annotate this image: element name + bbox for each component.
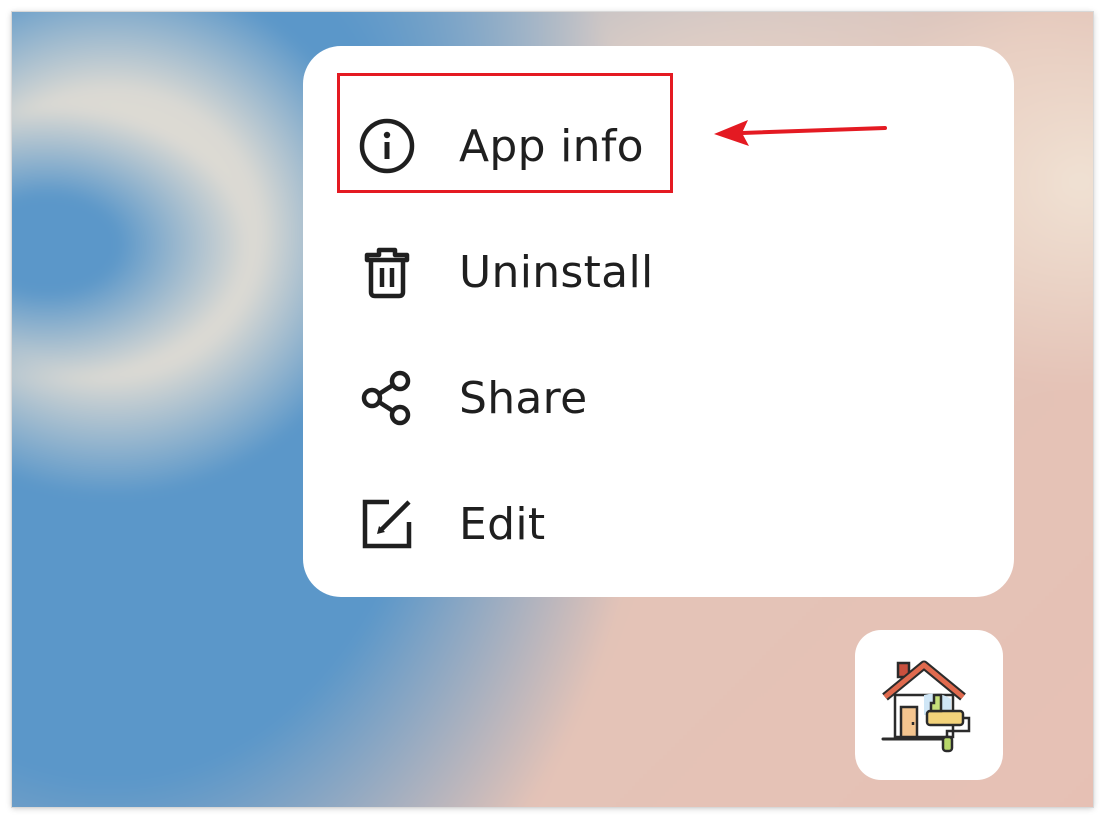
menu-item-uninstall[interactable]: Uninstall [303, 209, 1014, 335]
share-icon [355, 366, 419, 430]
menu-item-label: Uninstall [459, 246, 654, 298]
screenshot-frame: App info Uninstall Share Edit [12, 12, 1093, 807]
annotation-highlight-box [337, 73, 673, 193]
menu-item-edit[interactable]: Edit [303, 461, 1014, 587]
house-painting-icon [881, 660, 971, 753]
menu-item-label: Edit [459, 498, 546, 550]
menu-item-share[interactable]: Share [303, 335, 1014, 461]
annotation-arrow-icon [714, 120, 887, 146]
trash-icon [355, 240, 419, 304]
app-icon[interactable] [855, 630, 1003, 780]
edit-icon [355, 492, 419, 556]
menu-item-label: Share [459, 372, 588, 424]
